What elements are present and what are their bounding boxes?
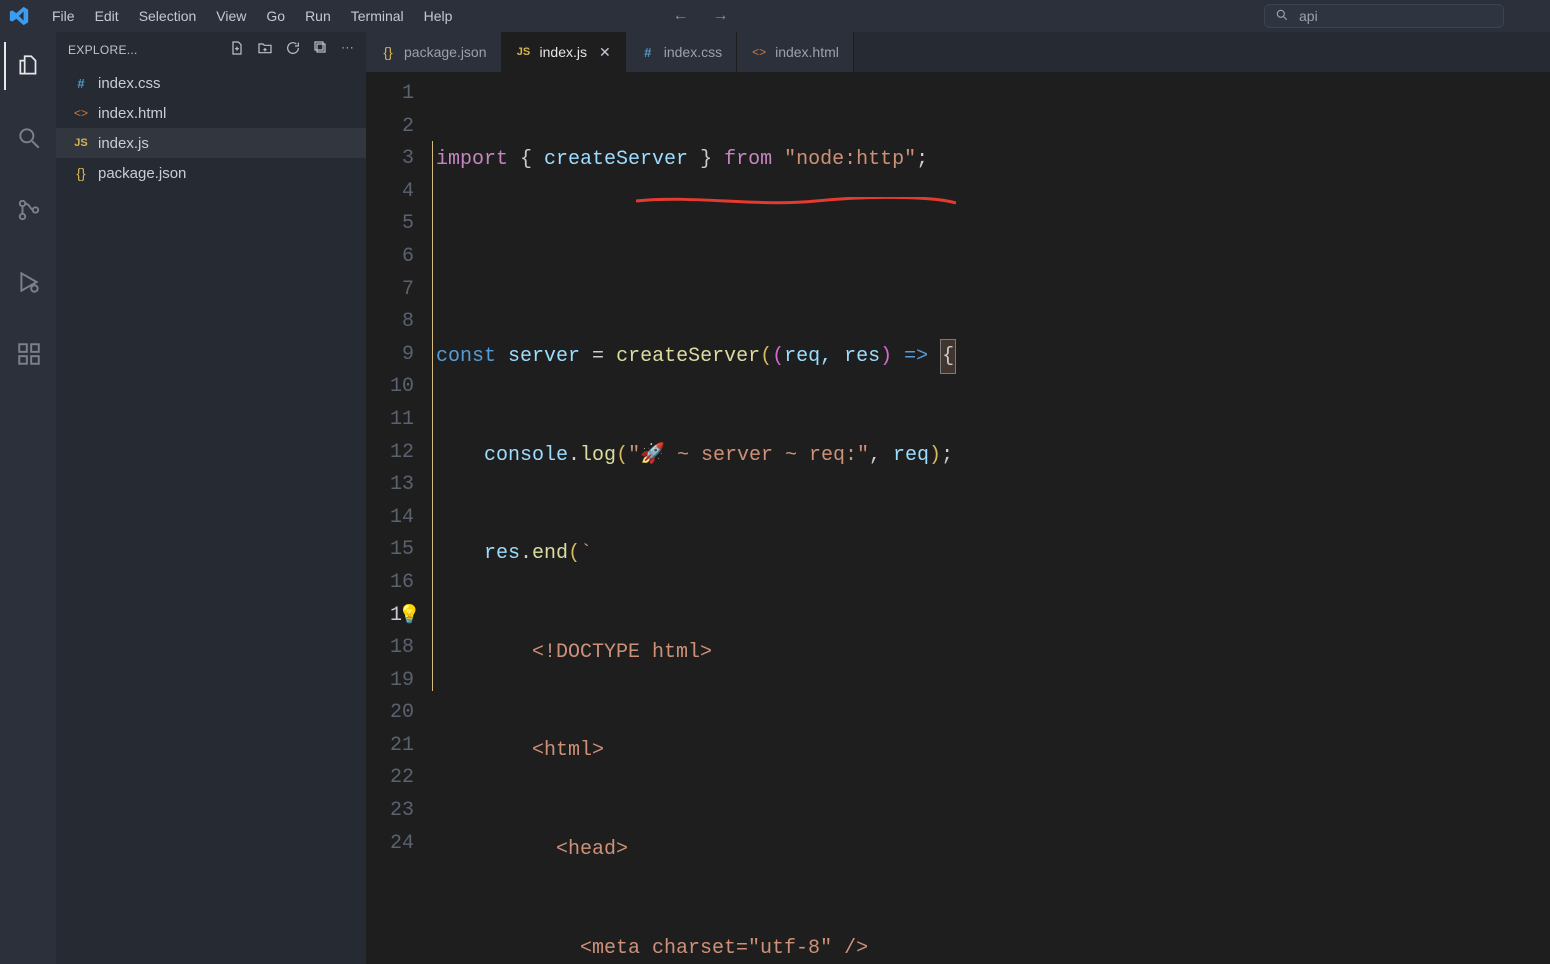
annotation-underline: [636, 197, 956, 205]
menu-view[interactable]: View: [206, 4, 256, 28]
tab-label: index.html: [775, 44, 839, 60]
activity-bar: [0, 32, 56, 964]
file-list: # index.css <> index.html JS index.js {}…: [56, 67, 366, 189]
menu-file[interactable]: File: [42, 4, 85, 28]
file-row-index-js[interactable]: JS index.js: [56, 128, 366, 158]
line-gutter: 123456789101112131415161718192021222324: [366, 72, 432, 964]
run-debug-icon[interactable]: [4, 258, 52, 306]
search-icon[interactable]: [4, 114, 52, 162]
html-file-icon: <>: [751, 45, 767, 59]
json-file-icon: {}: [72, 165, 90, 181]
more-icon[interactable]: ···: [341, 40, 354, 59]
menubar: File Edit Selection View Go Run Terminal…: [0, 0, 1550, 32]
sidebar-explorer: EXPLORE... ··· # index.css <> index.html…: [56, 32, 366, 964]
json-file-icon: {}: [380, 44, 396, 60]
search-icon: [1275, 8, 1289, 25]
extensions-icon[interactable]: [4, 330, 52, 378]
search-text: api: [1299, 8, 1318, 24]
file-label: package.json: [98, 165, 186, 182]
css-file-icon: #: [640, 45, 656, 60]
tab-index-html[interactable]: <> index.html: [737, 32, 854, 72]
code-content[interactable]: 💡 import { createServer } from "node:htt…: [432, 72, 1550, 964]
css-file-icon: #: [72, 76, 90, 91]
sidebar-title: EXPLORE...: [68, 43, 148, 57]
collapse-all-icon[interactable]: [313, 40, 329, 59]
tab-package-json[interactable]: {} package.json: [366, 32, 502, 72]
workbench: EXPLORE... ··· # index.css <> index.html…: [0, 32, 1550, 964]
menu-go[interactable]: Go: [256, 4, 295, 28]
nav-arrows: ← →: [672, 7, 728, 25]
menu-help[interactable]: Help: [414, 4, 463, 28]
sidebar-header: EXPLORE... ···: [56, 32, 366, 67]
menu-edit[interactable]: Edit: [85, 4, 129, 28]
new-file-icon[interactable]: [229, 40, 245, 59]
editor-area: {} package.json JS index.js ✕ # index.cs…: [366, 32, 1550, 964]
file-label: index.css: [98, 75, 161, 92]
refresh-icon[interactable]: [285, 40, 301, 59]
nav-back-icon[interactable]: ←: [672, 7, 688, 25]
file-row-index-css[interactable]: # index.css: [56, 68, 366, 98]
vscode-logo-icon: [6, 3, 32, 29]
html-file-icon: <>: [72, 106, 90, 120]
close-icon[interactable]: ✕: [599, 44, 611, 61]
js-file-icon: JS: [72, 137, 90, 149]
file-row-index-html[interactable]: <> index.html: [56, 98, 366, 128]
js-file-icon: JS: [516, 46, 532, 58]
indent-guide: [432, 141, 433, 691]
menu-selection[interactable]: Selection: [129, 4, 207, 28]
new-folder-icon[interactable]: [257, 40, 273, 59]
tab-label: package.json: [404, 44, 487, 60]
tab-label: index.css: [664, 44, 722, 60]
code-editor[interactable]: 123456789101112131415161718192021222324 …: [366, 72, 1550, 964]
file-label: index.js: [98, 135, 149, 152]
menu-terminal[interactable]: Terminal: [341, 4, 414, 28]
menu-run[interactable]: Run: [295, 4, 341, 28]
menu-items: File Edit Selection View Go Run Terminal…: [42, 4, 462, 28]
nav-forward-icon[interactable]: →: [712, 7, 728, 25]
file-label: index.html: [98, 105, 166, 122]
tab-index-js[interactable]: JS index.js ✕: [502, 32, 626, 72]
explorer-icon[interactable]: [4, 42, 52, 90]
tab-index-css[interactable]: # index.css: [626, 32, 737, 72]
command-center-search[interactable]: api: [1264, 4, 1504, 28]
source-control-icon[interactable]: [4, 186, 52, 234]
lightbulb-icon[interactable]: 💡: [398, 600, 420, 633]
file-row-package-json[interactable]: {} package.json: [56, 158, 366, 188]
tabs-row: {} package.json JS index.js ✕ # index.cs…: [366, 32, 1550, 72]
tab-label: index.js: [540, 44, 587, 60]
